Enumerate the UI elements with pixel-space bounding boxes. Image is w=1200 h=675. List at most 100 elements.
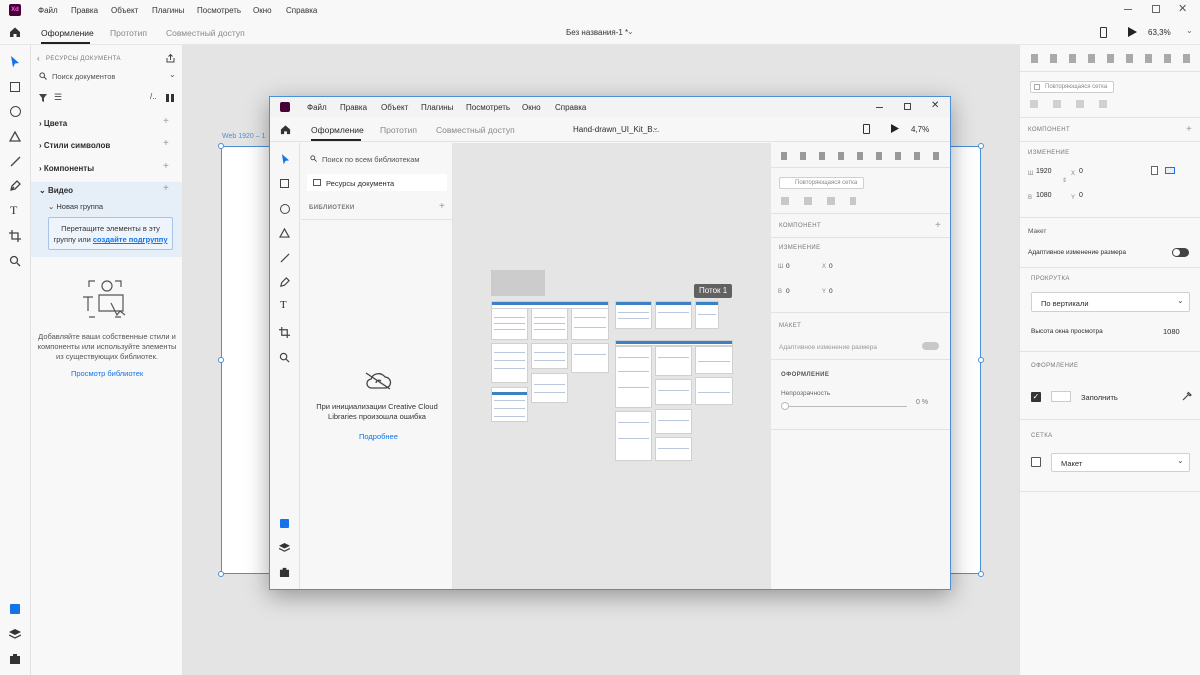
ellipse-tool-icon[interactable] [10,106,21,117]
drop-zone[interactable]: Перетащите элементы в эту группу или соз… [48,217,173,250]
artboard-tool-icon[interactable] [9,230,21,242]
chevron-down-icon[interactable]: ⌄ [627,27,634,36]
fill-checkbox[interactable]: ✓ [1031,392,1041,402]
menu-plugins[interactable]: Плагины [152,6,184,15]
artboard-thumbnail [655,346,692,376]
x-field[interactable]: 0 [1079,168,1083,175]
path-icon[interactable]: /.. [150,92,157,101]
width-label: Ш [1028,171,1034,177]
section-video[interactable]: ⌄ Видео [39,186,73,195]
height-field[interactable]: 1080 [1036,192,1052,199]
menu-window[interactable]: Окно [253,6,272,15]
align-tools[interactable] [1031,54,1191,63]
boolean-ops-icons[interactable] [1030,100,1112,108]
landscape-orientation-icon[interactable] [1165,167,1175,174]
layout-header: Макет [1028,228,1047,235]
artboard-thumbnail [615,346,652,408]
eyedropper-icon[interactable] [1182,391,1192,401]
y-label: Y [1071,195,1076,201]
menu-view[interactable]: Посмотреть [197,6,241,15]
zoom-level[interactable]: 63,3% [1148,28,1171,37]
create-subgroup-link[interactable]: создайте подгруппу [93,235,168,244]
artboard-thumbnail [695,346,733,374]
grid-type-dropdown[interactable]: Макет ⌄ [1051,453,1190,472]
chevron-down-icon[interactable]: ⌄ [169,70,176,79]
plugins-panel-icon[interactable] [9,653,21,664]
document-title[interactable]: Без названия-1 * [566,28,628,37]
inner-zoom-level: 4,7% [911,125,930,134]
resize-handle[interactable] [978,357,984,363]
search-input[interactable]: Поиск документов [52,72,115,81]
assets-panel-icon[interactable] [10,604,20,614]
y-field[interactable]: 0 [1079,192,1083,199]
pen-tool-icon[interactable] [9,180,21,192]
inner-libraries-panel: Поиск по всем библиотекам Ресурсы докуме… [301,143,453,589]
inner-line-icon [280,253,290,263]
inner-opacity-label: Непрозрачность [781,390,831,397]
inner-layout-header: МАКЕТ [779,323,802,329]
fill-color-swatch[interactable] [1051,391,1071,402]
add-video-icon[interactable]: + [163,183,169,194]
rectangle-tool-icon[interactable] [10,82,20,92]
line-tool-icon[interactable] [10,156,21,167]
play-icon[interactable] [1128,27,1137,37]
tab-share[interactable]: Совместный доступ [166,28,245,38]
inner-menu-plugins: Плагины [421,103,454,112]
inner-property-inspector: Повторяющаяся сетка КОМПОНЕНТ + ИЗМЕНЕНИ… [771,143,950,589]
section-colors[interactable]: › Цвета [39,119,67,128]
section-char-styles[interactable]: › Стили символов [39,141,110,150]
back-icon[interactable]: ‹ [37,54,40,63]
sort-icon[interactable]: ☰ [54,92,62,103]
chevron-down-icon: ⌄ [1177,296,1184,305]
select-tool-icon[interactable] [10,56,20,68]
maximize-button[interactable] [1152,5,1160,13]
filter-icon[interactable] [39,94,47,102]
artboard-label[interactable]: Web 1920 – 1 [222,133,265,140]
artboard-thumbnail [531,343,568,369]
grid-checkbox[interactable] [1031,457,1041,467]
scroll-dropdown[interactable]: По вертикали ⌄ [1031,292,1190,312]
minimize-button[interactable] [1124,9,1132,10]
grid-view-icon[interactable] [166,94,174,102]
section-components[interactable]: › Компоненты [39,164,94,173]
inner-title-bar: Файл Правка Объект Плагины Посмотреть Ок… [270,97,950,117]
add-char-style-icon[interactable]: + [163,138,169,149]
close-button[interactable]: ✕ [1178,2,1187,15]
resize-handle[interactable] [218,357,224,363]
inner-h-value: 0 [786,288,790,295]
chevron-down-icon[interactable]: ⌄ [1186,26,1193,35]
lock-ratio-icon[interactable]: ⇕ [1062,177,1067,184]
device-preview-icon[interactable] [1100,27,1107,38]
resize-handle[interactable] [978,143,984,149]
resize-handle[interactable] [218,571,224,577]
inner-w-value: 0 [786,263,790,270]
resize-handle[interactable] [218,143,224,149]
menu-edit[interactable]: Правка [71,6,98,15]
inner-tab-design: Оформление [311,125,364,135]
viewport-height-field[interactable]: 1080 [1163,327,1180,336]
inner-menu-object: Объект [381,103,409,112]
tab-prototype[interactable]: Прототип [110,28,147,38]
zoom-tool-icon[interactable] [9,255,21,267]
text-tool-icon[interactable]: T [10,203,17,218]
width-field[interactable]: 1920 [1036,168,1052,175]
add-component-icon[interactable]: + [163,161,169,172]
add-color-icon[interactable]: + [163,116,169,127]
portrait-orientation-icon[interactable] [1151,166,1158,175]
view-libraries-link[interactable]: Просмотр библиотек [71,369,143,378]
responsive-resize-toggle[interactable] [1172,248,1189,257]
share-icon[interactable] [166,54,175,63]
home-icon[interactable] [9,26,21,38]
group-new[interactable]: ⌄ Новая группа [48,202,103,211]
resize-handle[interactable] [978,571,984,577]
tab-design-underline [41,42,90,44]
artboard-thumbnail [655,301,692,329]
layers-panel-icon[interactable] [9,629,21,640]
add-component-plus-icon[interactable]: + [1186,124,1192,135]
artboard-thumbnail [655,437,692,461]
menu-help[interactable]: Справка [286,6,317,15]
menu-file[interactable]: Файл [38,6,58,15]
polygon-tool-icon[interactable] [9,131,21,142]
menu-object[interactable]: Объект [111,6,138,15]
tab-design[interactable]: Оформление [41,28,94,38]
